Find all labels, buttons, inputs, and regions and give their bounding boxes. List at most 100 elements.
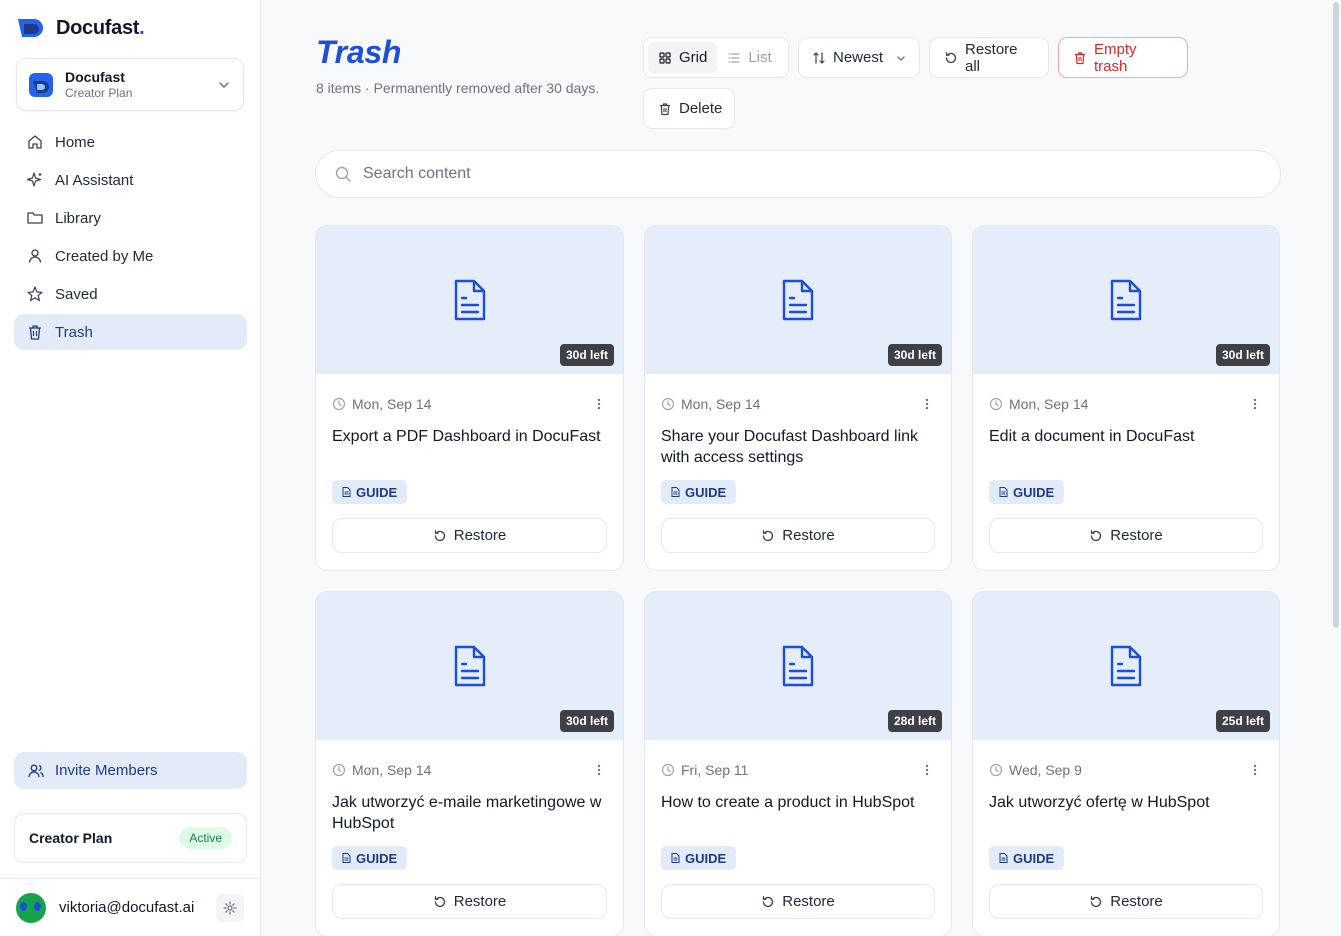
file-icon <box>671 487 680 497</box>
more-options-icon[interactable] <box>919 396 935 412</box>
sidebar-item-library[interactable]: Library <box>14 200 247 236</box>
sidebar-item-saved[interactable]: Saved <box>14 276 247 312</box>
restore-button[interactable]: Restore <box>989 884 1263 919</box>
plan-name: Creator Plan <box>29 830 113 846</box>
sidebar-item-label: AI Assistant <box>55 171 134 189</box>
trash-grid: 30d left Mon, Sep 14 Export a PDF Dashbo… <box>315 225 1281 936</box>
chevron-down-icon <box>219 81 229 88</box>
status-badge: Active <box>179 827 232 849</box>
empty-trash-label: Empty trash <box>1094 40 1137 75</box>
trash-card[interactable]: 28d left Fri, Sep 11 How to create a pro… <box>644 591 952 936</box>
trash-icon <box>660 102 670 115</box>
card-date: Mon, Sep 14 <box>681 396 761 412</box>
clock-icon <box>661 763 675 777</box>
trash-card[interactable]: 30d left Mon, Sep 14 Edit a document in … <box>972 225 1280 571</box>
restore-icon <box>763 895 774 907</box>
workspace-switcher[interactable]: Docufast Creator Plan <box>16 58 244 111</box>
document-icon <box>782 279 814 321</box>
delete-button[interactable]: Delete <box>643 88 735 129</box>
restore-button[interactable]: Restore <box>989 518 1263 553</box>
restore-label: Restore <box>782 527 835 544</box>
trash-card[interactable]: 30d left Mon, Sep 14 Jak utworzyć e-mail… <box>315 591 624 936</box>
clock-icon <box>332 397 346 411</box>
scrollbar[interactable] <box>1333 2 1339 628</box>
card-title[interactable]: Jak utworzyć e-maile marketingowe w HubS… <box>332 792 607 840</box>
restore-icon <box>763 529 774 541</box>
trash-card[interactable]: 25d left Wed, Sep 9 Jak utworzyć ofertę … <box>972 591 1280 936</box>
card-thumbnail: 30d left <box>316 592 623 740</box>
page-subtitle: 8 items · Permanently removed after 30 d… <box>316 80 600 96</box>
search-input[interactable] <box>363 165 1280 183</box>
card-title[interactable]: Edit a document in DocuFast <box>989 426 1263 474</box>
file-icon <box>999 487 1008 497</box>
more-options-icon[interactable] <box>919 762 935 778</box>
sidebar-item-trash[interactable]: Trash <box>14 314 247 350</box>
card-title[interactable]: Jak utworzyć ofertę w HubSpot <box>989 792 1263 840</box>
more-options-icon[interactable] <box>591 396 607 412</box>
workspace-name: Docufast <box>65 68 125 85</box>
card-type-tag: GUIDE <box>989 480 1065 504</box>
card-title[interactable]: Export a PDF Dashboard in DocuFast <box>332 426 607 474</box>
invite-members-button[interactable]: Invite Members <box>14 752 247 789</box>
restore-icon <box>434 529 445 541</box>
grid-view-label: Grid <box>679 49 708 66</box>
sidebar-item-home[interactable]: Home <box>14 124 247 160</box>
gear-icon <box>223 900 237 915</box>
restore-label: Restore <box>1110 893 1163 910</box>
card-thumbnail: 30d left <box>316 226 623 374</box>
list-view-button[interactable]: List <box>717 42 781 73</box>
restore-icon <box>434 895 445 907</box>
card-type-tag: GUIDE <box>332 846 408 870</box>
star-icon <box>26 285 44 303</box>
trash-icon <box>1075 51 1085 64</box>
folder-icon <box>26 209 44 227</box>
days-left-badge: 28d left <box>887 710 942 732</box>
trash-card[interactable]: 30d left Mon, Sep 14 Share your Docufast… <box>644 225 952 571</box>
card-title[interactable]: Share your Docufast Dashboard link with … <box>661 426 935 474</box>
card-type-tag: GUIDE <box>332 480 408 504</box>
card-type-tag: GUIDE <box>661 480 737 504</box>
page-title: Trash <box>316 34 402 70</box>
restore-button[interactable]: Restore <box>332 884 607 919</box>
restore-button[interactable]: Restore <box>332 518 607 553</box>
card-tag-label: GUIDE <box>685 850 727 866</box>
card-date: Mon, Sep 14 <box>1009 396 1089 412</box>
card-title[interactable]: How to create a product in HubSpot <box>661 792 935 840</box>
sort-label: Newest <box>833 49 884 66</box>
plan-card[interactable]: Creator Plan Active <box>14 813 247 863</box>
clock-icon <box>332 763 346 777</box>
card-tag-label: GUIDE <box>356 484 398 500</box>
sidebar-item-ai-assistant[interactable]: AI Assistant <box>14 162 247 198</box>
sidebar-item-label: Trash <box>55 323 93 341</box>
restore-all-button[interactable]: Restore all <box>929 37 1049 78</box>
days-left-badge: 25d left <box>1215 710 1270 732</box>
card-date: Mon, Sep 14 <box>352 396 432 412</box>
more-options-icon[interactable] <box>1247 762 1263 778</box>
more-options-icon[interactable] <box>1247 396 1263 412</box>
card-thumbnail: 30d left <box>645 226 951 374</box>
docufast-logo-icon <box>18 19 43 37</box>
empty-trash-button[interactable]: Empty trash <box>1058 37 1188 78</box>
restore-button[interactable]: Restore <box>661 884 935 919</box>
trash-card[interactable]: 30d left Mon, Sep 14 Export a PDF Dashbo… <box>315 225 624 571</box>
sidebar-item-created-by-me[interactable]: Created by Me <box>14 238 247 274</box>
settings-button[interactable] <box>216 893 244 922</box>
card-date: Wed, Sep 9 <box>1009 762 1082 778</box>
more-options-icon[interactable] <box>591 762 607 778</box>
file-icon <box>342 853 351 863</box>
sort-icon <box>813 51 825 64</box>
days-left-badge: 30d left <box>1215 344 1270 366</box>
days-left-badge: 30d left <box>887 344 942 366</box>
document-icon <box>782 645 814 687</box>
restore-button[interactable]: Restore <box>661 518 935 553</box>
sidebar: Docufast. Docufast Creator Plan Home AI … <box>0 0 261 936</box>
invite-members-label: Invite Members <box>55 762 158 779</box>
chevron-down-icon <box>897 55 905 61</box>
restore-icon <box>1091 529 1102 541</box>
document-icon <box>454 645 485 687</box>
brand-logo[interactable]: Docufast. <box>16 15 145 41</box>
trash-icon <box>26 323 44 341</box>
avatar[interactable] <box>16 892 46 923</box>
sort-dropdown[interactable]: Newest <box>798 37 920 78</box>
grid-view-button[interactable]: Grid <box>648 42 718 73</box>
